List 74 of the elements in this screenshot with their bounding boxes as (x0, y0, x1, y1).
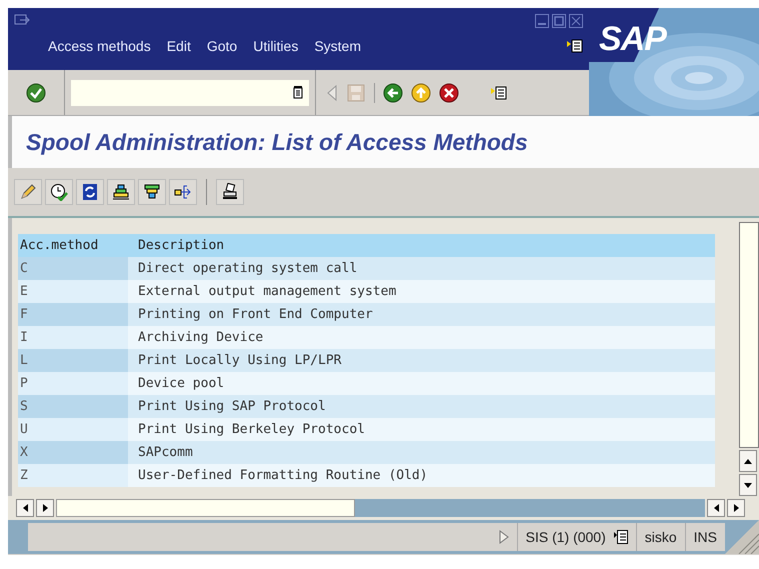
table-cell: S (18, 395, 128, 418)
table-cell: Print Using Berkeley Protocol (128, 418, 715, 441)
table-cell: Printing on Front End Computer (128, 303, 715, 326)
scroll-left-button[interactable] (707, 499, 725, 517)
table-cell: SAPcomm (128, 441, 715, 464)
right-arrow-icon (734, 504, 738, 512)
table-cell: X (18, 441, 128, 464)
table-cell: Archiving Device (128, 326, 715, 349)
table-cell: Device pool (128, 372, 715, 395)
minimize-icon[interactable] (535, 14, 549, 28)
left-arrow-icon (22, 504, 28, 512)
branch-arrows-icon (174, 183, 192, 201)
table-cell: Print Locally Using LP/LPR (128, 349, 715, 372)
table-cell: External output management system (128, 280, 715, 303)
funnel-icon (143, 183, 161, 201)
table-cell: P (18, 372, 128, 395)
input-mode: INS (684, 523, 725, 551)
command-field[interactable] (71, 80, 309, 106)
table-cell: Print Using SAP Protocol (128, 395, 715, 418)
sort-ascending-button[interactable] (107, 179, 135, 205)
export-button[interactable] (169, 179, 197, 205)
left-arrow-icon (714, 504, 718, 512)
pencil-icon (19, 183, 37, 201)
column-header: Description (128, 234, 715, 257)
print-button[interactable] (216, 179, 244, 205)
user-name: sisko (636, 523, 685, 551)
edit-button[interactable] (14, 179, 42, 205)
schedule-button[interactable] (45, 179, 73, 205)
scroll-right-button[interactable] (36, 499, 54, 517)
exit-icon[interactable] (411, 82, 431, 102)
menu-item[interactable]: Access methods (48, 38, 151, 54)
screen-title: Spool Administration: List of Access Methods (26, 128, 528, 156)
scroll-down-button[interactable] (739, 474, 757, 496)
expand-triangle-icon[interactable] (498, 530, 509, 544)
table-cell: Direct operating system call (128, 257, 715, 280)
table-cell: L (18, 349, 128, 372)
menu-item[interactable]: Edit (166, 38, 191, 54)
history-icon[interactable] (293, 86, 303, 99)
refresh-button[interactable] (76, 179, 104, 205)
table-cell: U (18, 418, 128, 441)
scroll-right-button[interactable] (727, 499, 745, 517)
printer-icon (221, 183, 239, 201)
scroll-up-button[interactable] (739, 450, 757, 472)
table-cell: Z (18, 464, 128, 487)
column-header: Acc.method (18, 234, 128, 257)
down-arrow-icon (744, 482, 752, 488)
table-cell: C (18, 257, 128, 280)
cancel-icon[interactable] (439, 82, 459, 102)
menu-item[interactable]: Utilities (253, 38, 298, 54)
table-cell: E (18, 280, 128, 303)
table-cell: I (18, 326, 128, 349)
customize-layout-icon[interactable] (491, 86, 507, 100)
list-icon[interactable] (614, 530, 628, 544)
close-icon[interactable] (569, 14, 583, 28)
scrollbar-thumb[interactable] (56, 499, 355, 517)
up-arrow-icon (744, 458, 752, 464)
customize-layout-icon[interactable] (567, 39, 583, 53)
checkmark-icon[interactable] (26, 82, 46, 102)
clock-check-icon (50, 183, 68, 201)
system-info: SIS (1) (000) (526, 529, 606, 545)
scroll-left-button[interactable] (16, 499, 34, 517)
filter-button[interactable] (138, 179, 166, 205)
sap-logo: SAP (599, 20, 666, 59)
refresh-icon (81, 183, 99, 201)
menu-item[interactable]: Goto (206, 38, 238, 54)
back-icon[interactable] (383, 82, 403, 102)
table-cell: User-Defined Formatting Routine (Old) (128, 464, 715, 487)
resize-grip-icon[interactable] (725, 520, 759, 554)
right-arrow-icon (42, 504, 48, 512)
pyramid-icon (112, 183, 130, 201)
scrollbar-thumb[interactable] (739, 222, 759, 448)
table-cell: F (18, 303, 128, 326)
menu-item[interactable]: System (314, 38, 362, 54)
maximize-icon[interactable] (552, 14, 566, 28)
